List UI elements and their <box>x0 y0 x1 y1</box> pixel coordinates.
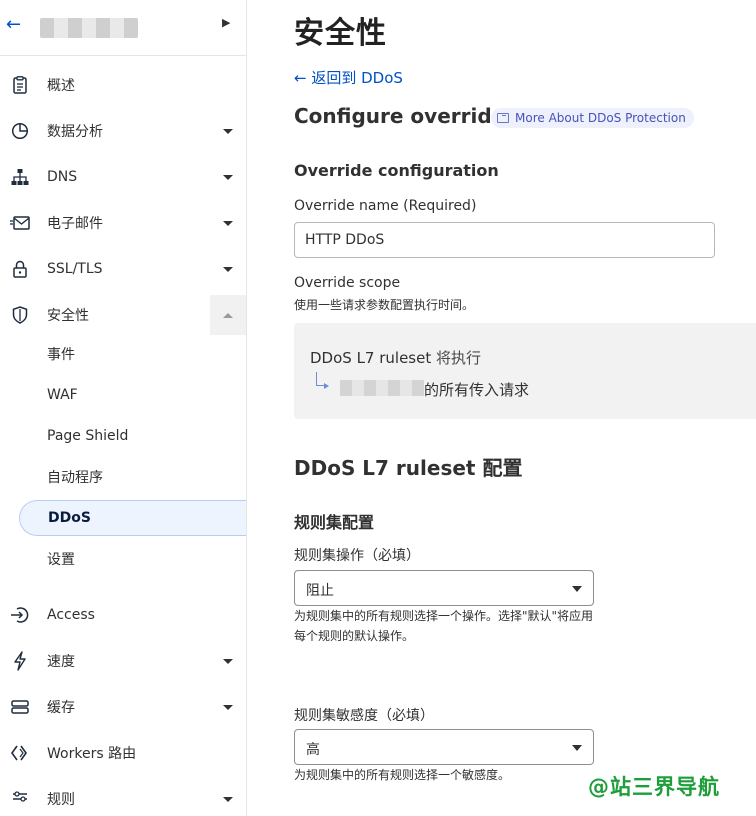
sitemap-icon <box>10 167 30 187</box>
configure-override-heading: Configure override <box>294 104 506 128</box>
caret-down-icon[interactable] <box>223 704 233 710</box>
sidebar-item-label: 概述 <box>47 78 75 94</box>
rules-icon <box>10 789 30 809</box>
lock-icon <box>10 259 30 279</box>
caret-down-icon[interactable] <box>223 128 233 134</box>
ruleset-sensitivity-label: 规则集敏感度（必填） <box>294 708 434 724</box>
sidebar-subitem-label: 事件 <box>47 347 75 363</box>
sidebar-item-label: 规则 <box>47 792 75 808</box>
sidebar-item-label: 电子邮件 <box>47 216 103 232</box>
caret-down-icon[interactable] <box>223 220 233 226</box>
zone-name-redacted <box>340 380 424 396</box>
sidebar-subitem-bots[interactable]: 自动程序 <box>0 459 246 495</box>
sidebar-subitem-label: 设置 <box>47 552 75 568</box>
ruleset-action-value: 阻止 <box>306 583 334 599</box>
back-arrow-icon[interactable]: ← <box>6 14 21 35</box>
override-scope-box: DDoS L7 ruleset 将执行 的所有传入请求 <box>294 323 756 419</box>
access-icon <box>10 605 30 625</box>
watermark: @站三界导航 <box>588 775 720 799</box>
sidebar-item-speed[interactable]: 速度 <box>0 641 246 681</box>
more-about-ddos-link[interactable]: More About DDoS Protection <box>491 108 694 128</box>
sidebar-subitem-label: WAF <box>47 387 78 403</box>
zone-name-redacted[interactable] <box>40 18 138 38</box>
back-to-ddos-link[interactable]: ← 返回到 DDoS <box>294 67 403 88</box>
ruleset-action-select[interactable]: 阻止 <box>294 570 594 606</box>
sidebar-item-label: 速度 <box>47 654 75 670</box>
clipboard-icon <box>10 75 30 95</box>
scope-ruleset-line: DDoS L7 ruleset 将执行 <box>310 347 481 368</box>
caret-down-icon[interactable] <box>223 174 233 180</box>
sidebar-header: ← ▶ <box>0 0 246 56</box>
sidebar-item-analytics[interactable]: 数据分析 <box>0 111 246 151</box>
sidebar-item-label: SSL/TLS <box>47 261 103 277</box>
sidebar-subitem-label: 自动程序 <box>47 470 103 486</box>
ruleset-action-help: 为规则集中的所有规则选择一个操作。选择"默认"将应用每个规则的默认操作。 <box>294 609 594 643</box>
sidebar: ← ▶ 概述 数据分析 DNS 电子邮件 SSL/TLS 安全性 事件 WAF … <box>0 0 247 816</box>
email-icon <box>10 213 30 233</box>
sidebar-item-label: Access <box>47 607 95 623</box>
sidebar-item-dns[interactable]: DNS <box>0 157 246 197</box>
caret-down-icon[interactable] <box>223 796 233 802</box>
shield-icon <box>10 305 30 325</box>
sidebar-subitem-page-shield[interactable]: Page Shield <box>0 418 246 454</box>
scope-executes-text: 将执行 <box>431 349 482 367</box>
sidebar-subitem-settings[interactable]: 设置 <box>0 541 246 577</box>
ddos-l7-config-heading: DDoS L7 ruleset 配置 <box>294 456 523 480</box>
sidebar-item-email[interactable]: 电子邮件 <box>0 203 246 243</box>
override-scope-label: Override scope <box>294 275 401 291</box>
pie-chart-icon <box>10 121 30 141</box>
chevron-right-icon[interactable]: ▶ <box>222 16 230 29</box>
caret-down-icon[interactable] <box>223 266 233 272</box>
more-about-ddos-label: More About DDoS Protection <box>515 111 686 125</box>
storage-icon <box>10 697 30 717</box>
caret-down-icon[interactable] <box>223 658 233 664</box>
sidebar-item-security[interactable]: 安全性 <box>0 295 246 335</box>
sidebar-item-cache[interactable]: 缓存 <box>0 687 246 727</box>
collapse-toggle[interactable] <box>210 295 246 335</box>
sidebar-item-access[interactable]: Access <box>0 595 246 635</box>
sidebar-item-label: DNS <box>47 169 78 185</box>
sidebar-item-label: 数据分析 <box>47 124 103 140</box>
caret-up-icon <box>223 312 233 318</box>
sidebar-subitem-waf[interactable]: WAF <box>0 377 246 413</box>
page-title: 安全性 <box>294 16 387 51</box>
ruleset-sensitivity-help: 为规则集中的所有规则选择一个敏感度。 <box>294 768 511 782</box>
scope-ruleset-name: DDoS L7 ruleset <box>310 349 432 367</box>
sidebar-item-workers-routes[interactable]: Workers 路由 <box>0 733 246 773</box>
sidebar-subitem-label: DDoS <box>48 510 91 526</box>
caret-down-icon <box>572 745 582 751</box>
turn-arrow-icon <box>316 372 329 389</box>
override-configuration-heading: Override configuration <box>294 161 499 180</box>
workers-icon <box>10 743 30 763</box>
caret-down-icon <box>572 586 582 592</box>
sidebar-subitem-events[interactable]: 事件 <box>0 336 246 372</box>
override-name-label: Override name (Required) <box>294 198 477 214</box>
override-name-input[interactable] <box>294 222 715 258</box>
sidebar-subitem-ddos[interactable]: DDoS <box>19 500 246 536</box>
override-scope-description: 使用一些请求参数配置执行时间。 <box>294 298 475 312</box>
ruleset-action-label: 规则集操作（必填） <box>294 548 420 564</box>
sidebar-item-label: Workers 路由 <box>47 746 137 762</box>
sidebar-item-overview[interactable]: 概述 <box>0 65 246 105</box>
lightning-icon <box>10 651 30 671</box>
ruleset-sensitivity-select[interactable]: 高 <box>294 729 594 765</box>
main-content: 安全性 ← 返回到 DDoS Configure override More A… <box>294 0 756 816</box>
ruleset-sensitivity-value: 高 <box>306 742 320 758</box>
book-icon <box>497 113 509 123</box>
sidebar-item-label: 缓存 <box>47 700 75 716</box>
sidebar-item-label: 安全性 <box>47 308 89 324</box>
ruleset-config-heading: 规则集配置 <box>294 513 375 532</box>
sidebar-subitem-label: Page Shield <box>47 428 129 444</box>
sidebar-item-rules[interactable]: 规则 <box>0 779 246 816</box>
scope-requests-text: 的所有传入请求 <box>424 381 530 399</box>
sidebar-item-ssl-tls[interactable]: SSL/TLS <box>0 249 246 289</box>
